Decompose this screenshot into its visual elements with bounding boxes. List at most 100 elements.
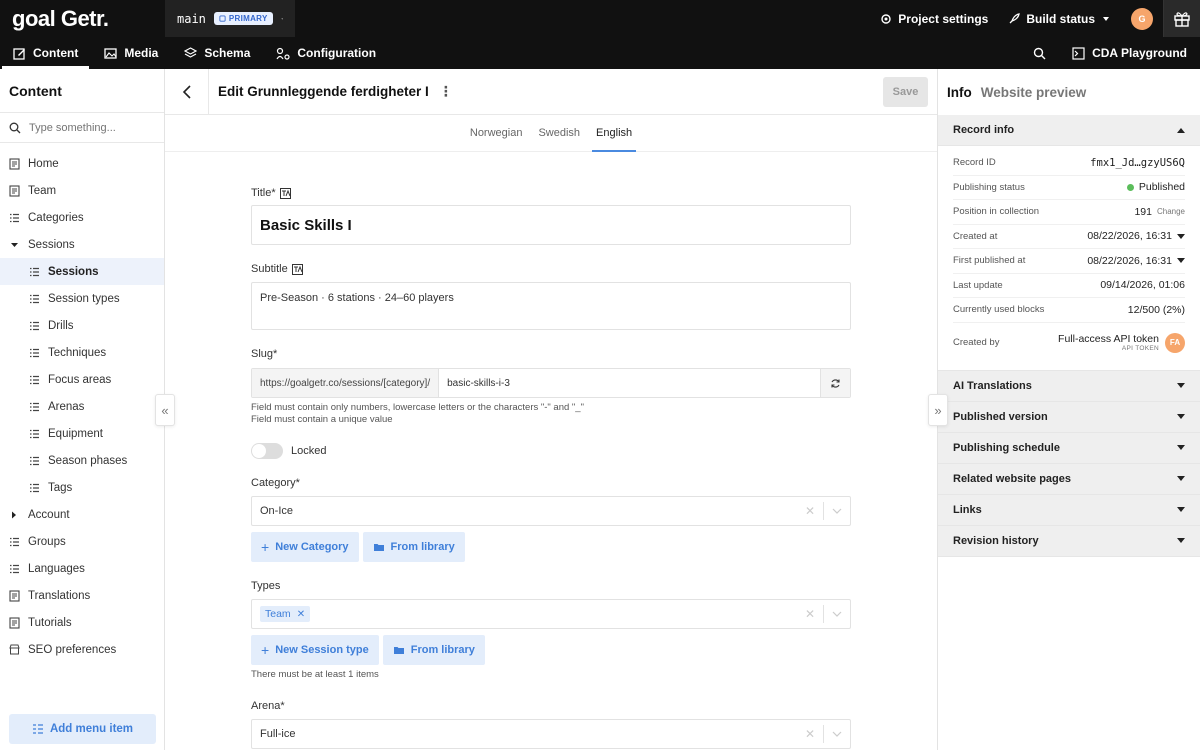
category-from-library-button[interactable]: From library bbox=[362, 532, 465, 562]
sidebar-search-input[interactable] bbox=[29, 121, 149, 134]
section-published-version[interactable]: Published version bbox=[938, 401, 1200, 433]
record-id-value[interactable]: fmx1_Jd…gzyUS6Q bbox=[1090, 157, 1185, 169]
caret-down-icon[interactable] bbox=[1177, 233, 1185, 239]
created-by-row: Created by Full-access API token API TOK… bbox=[953, 323, 1185, 363]
section-publishing-schedule[interactable]: Publishing schedule bbox=[938, 432, 1200, 464]
user-avatar[interactable]: G bbox=[1131, 7, 1153, 30]
sidebar-item-techniques[interactable]: Techniques bbox=[0, 339, 164, 366]
regenerate-slug-button[interactable] bbox=[820, 369, 850, 397]
chevron-down-icon[interactable] bbox=[824, 731, 850, 737]
category-label: Category* bbox=[251, 477, 300, 489]
types-select[interactable]: Team ✕ ✕ bbox=[251, 599, 851, 629]
tab-locale-english[interactable]: English bbox=[588, 115, 640, 152]
tab-configuration[interactable]: Configuration bbox=[263, 37, 389, 69]
sidebar-menu: Home Team Categories Sessions Sessions Sessio… bbox=[0, 143, 164, 663]
sidebar-item-tutorials[interactable]: Tutorials bbox=[0, 609, 164, 636]
more-options-icon[interactable]: ⋮ bbox=[439, 83, 453, 100]
tab-schema[interactable]: Schema bbox=[171, 37, 263, 69]
caret-down-icon bbox=[1177, 445, 1185, 450]
folder-icon bbox=[373, 544, 384, 551]
used-blocks-row: Currently used blocks 12/500 (2%) bbox=[953, 298, 1185, 323]
sidebar: Content Home Team Categories Sessions Sessio… bbox=[0, 69, 165, 750]
sidebar-item-translations[interactable]: Translations bbox=[0, 582, 164, 609]
new-category-button[interactable]: + New Category bbox=[251, 532, 359, 562]
environment-name: main bbox=[177, 11, 206, 26]
sidebar-item-team[interactable]: Team bbox=[0, 177, 164, 204]
arena-select[interactable]: Full-ice ✕ bbox=[251, 719, 851, 749]
types-from-library-button[interactable]: From library bbox=[382, 635, 485, 665]
clear-icon[interactable]: ✕ bbox=[797, 607, 823, 621]
sidebar-item-categories[interactable]: Categories bbox=[0, 204, 164, 231]
sidebar-item-languages[interactable]: Languages bbox=[0, 555, 164, 582]
caret-down-icon bbox=[1177, 383, 1185, 388]
collapse-info-panel-button[interactable]: » bbox=[928, 394, 948, 426]
category-select[interactable]: On-Ice ✕ bbox=[251, 496, 851, 526]
sidebar-item-sessions[interactable]: Sessions bbox=[0, 258, 164, 285]
clear-icon[interactable]: ✕ bbox=[797, 727, 823, 741]
sidebar-item-tags[interactable]: Tags bbox=[0, 474, 164, 501]
sidebar-item-arenas[interactable]: Arenas bbox=[0, 393, 164, 420]
store-icon bbox=[9, 644, 20, 655]
editor-header: Edit Grunnleggende ferdigheter I ⋮ Save bbox=[165, 68, 937, 115]
title-input[interactable]: Basic Skills I bbox=[251, 205, 851, 245]
caret-up-icon bbox=[1177, 127, 1185, 133]
sidebar-item-drills[interactable]: Drills bbox=[0, 312, 164, 339]
logo[interactable]: goal Getr. bbox=[0, 0, 165, 37]
tab-content[interactable]: Content bbox=[0, 37, 91, 69]
sidebar-item-equipment[interactable]: Equipment bbox=[0, 420, 164, 447]
add-menu-item-button[interactable]: Add menu item bbox=[9, 714, 156, 744]
change-position-link[interactable]: Change bbox=[1157, 207, 1185, 216]
chevron-down-icon[interactable] bbox=[824, 508, 850, 514]
global-search-button[interactable] bbox=[1020, 37, 1059, 69]
sidebar-item-season-phases[interactable]: Season phases bbox=[0, 447, 164, 474]
build-status-button[interactable]: Build status bbox=[998, 12, 1121, 26]
sidebar-item-groups[interactable]: Groups bbox=[0, 528, 164, 555]
cda-playground-button[interactable]: CDA Playground bbox=[1059, 37, 1200, 69]
gift-button[interactable] bbox=[1163, 0, 1200, 37]
sidebar-item-label: Drills bbox=[48, 319, 74, 332]
back-button[interactable] bbox=[165, 68, 209, 115]
record-info-header[interactable]: Record info bbox=[938, 115, 1200, 146]
save-button[interactable]: Save bbox=[883, 76, 928, 107]
record-info-title: Record info bbox=[953, 124, 1015, 136]
sidebar-item-home[interactable]: Home bbox=[0, 150, 164, 177]
chevron-left-icon bbox=[182, 84, 191, 99]
database-icon bbox=[219, 15, 226, 22]
slug-hint-format: Field must contain only numbers, lowerca… bbox=[251, 402, 584, 413]
tab-media[interactable]: Media bbox=[91, 37, 171, 69]
sidebar-item-account[interactable]: Account bbox=[0, 501, 164, 528]
tab-website-preview[interactable]: Website preview bbox=[981, 85, 1087, 100]
new-session-type-button[interactable]: + New Session type bbox=[251, 635, 379, 665]
environment-switcher[interactable]: main PRIMARY bbox=[165, 0, 295, 37]
locked-toggle[interactable] bbox=[251, 443, 283, 459]
sidebar-item-label: Tutorials bbox=[28, 616, 72, 629]
info-panel-tabs: Info Website preview bbox=[938, 69, 1200, 115]
section-ai-translations[interactable]: AI Translations bbox=[938, 370, 1200, 402]
sidebar-item-session-types[interactable]: Session types bbox=[0, 285, 164, 312]
sidebar-item-focus-areas[interactable]: Focus areas bbox=[0, 366, 164, 393]
caret-down-icon[interactable] bbox=[1177, 258, 1185, 264]
remove-chip-icon[interactable]: ✕ bbox=[297, 609, 305, 620]
tab-media-label: Media bbox=[124, 46, 159, 60]
type-chip-label: Team bbox=[265, 608, 291, 620]
clear-icon[interactable]: ✕ bbox=[797, 504, 823, 518]
section-related-website-pages[interactable]: Related website pages bbox=[938, 463, 1200, 495]
subtitle-input[interactable]: Pre-Season · 6 stations · 24–60 players bbox=[251, 282, 851, 330]
slug-input[interactable]: basic-skills-i-3 bbox=[439, 369, 820, 397]
list-icon bbox=[29, 429, 40, 439]
tab-info[interactable]: Info bbox=[947, 85, 972, 100]
chevron-down-icon[interactable] bbox=[824, 611, 850, 617]
search-icon bbox=[1033, 47, 1046, 59]
sidebar-item-sessions[interactable]: Sessions bbox=[0, 231, 164, 258]
section-links[interactable]: Links bbox=[938, 494, 1200, 526]
tab-locale-swedish[interactable]: Swedish bbox=[530, 115, 588, 152]
project-settings-button[interactable]: Project settings bbox=[870, 12, 998, 26]
section-revision-history[interactable]: Revision history bbox=[938, 525, 1200, 557]
list-icon bbox=[29, 294, 40, 304]
sidebar-item-seo-preferences[interactable]: SEO preferences bbox=[0, 636, 164, 663]
tab-locale-norwegian[interactable]: Norwegian bbox=[462, 115, 531, 152]
chevron-down-icon bbox=[281, 18, 283, 19]
arena-label: Arena* bbox=[251, 700, 285, 712]
sidebar-item-label: Techniques bbox=[48, 346, 107, 359]
build-status-label: Build status bbox=[1026, 11, 1095, 26]
